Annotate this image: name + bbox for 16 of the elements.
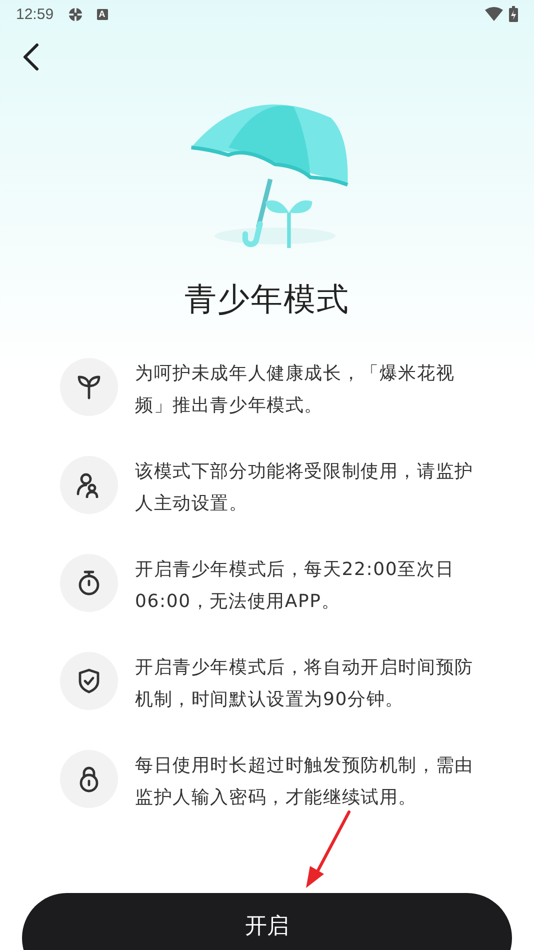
lock-icon	[78, 765, 100, 793]
app-badge-icon: A	[96, 8, 108, 20]
aperture-icon	[68, 6, 83, 22]
feature-text: 为呵护未成年人健康成长，「爆米花视频」推出青少年模式。	[135, 362, 456, 418]
sprout-icon	[77, 374, 101, 400]
feature-text: 该模式下部分功能将受限制使用，请监护人主动设置。	[135, 460, 474, 516]
status-time: 12:59	[16, 6, 54, 22]
page-title: 青少年模式	[184, 279, 350, 320]
feature-text: 每日使用时长超过时触发预防机制，需由监护人输入密码，才能继续试用。	[135, 754, 474, 810]
stopwatch-icon	[77, 570, 101, 596]
shield-check-icon	[77, 668, 101, 694]
feature-text: 开启青少年模式后，将自动开启时间预防机制，时间默认设置为90分钟。	[135, 656, 474, 712]
battery-icon	[509, 6, 518, 22]
feature-text: 开启青少年模式后，每天22:00至次日06:00，无法使用APP。	[135, 558, 456, 614]
enable-button[interactable]: 开启	[22, 893, 512, 950]
wifi-icon	[485, 7, 503, 21]
